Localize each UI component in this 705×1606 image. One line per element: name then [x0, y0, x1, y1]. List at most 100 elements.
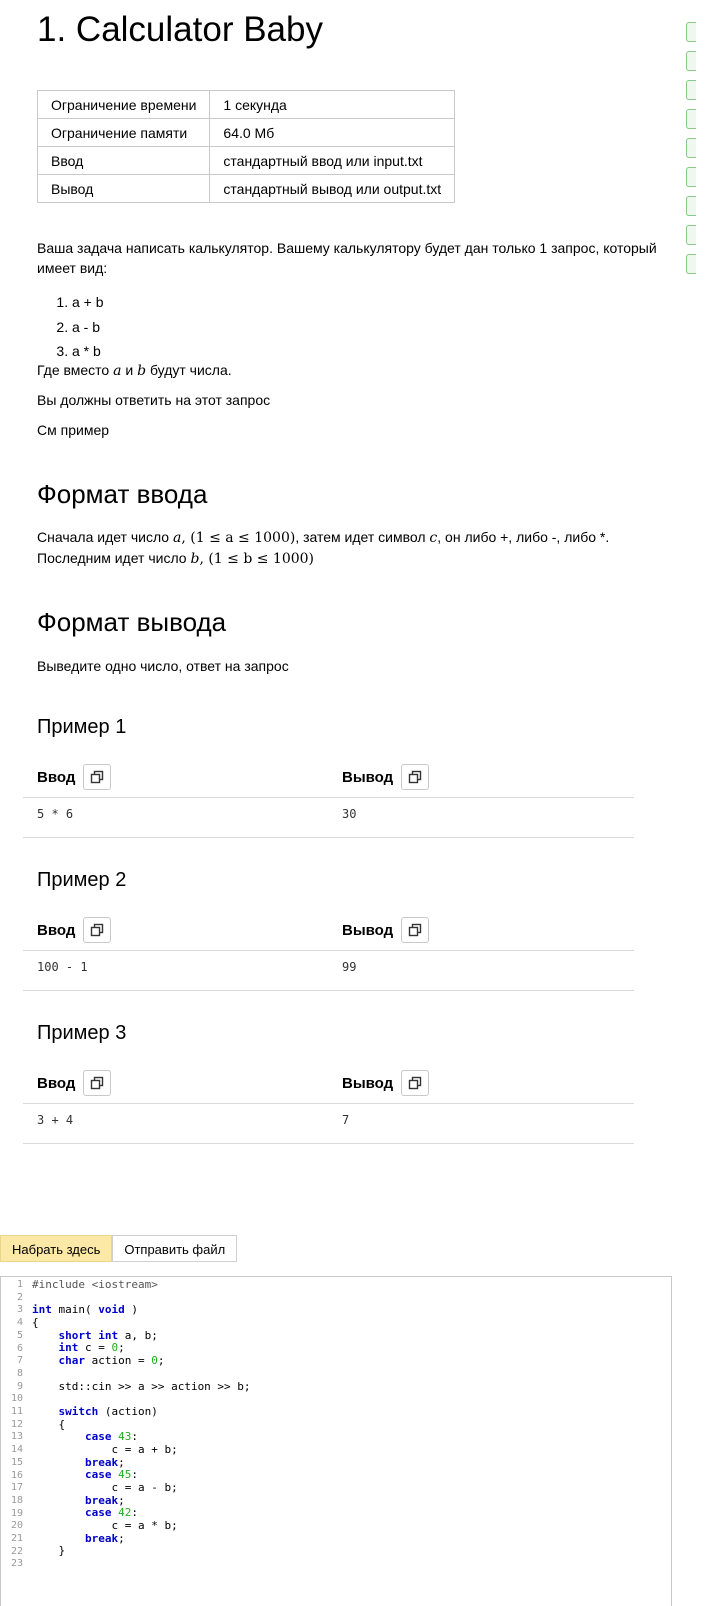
limit-value: 64.0 Мб: [209, 118, 456, 147]
limit-key: Ограничение времени: [36, 90, 211, 119]
side-marker[interactable]: [686, 80, 696, 100]
code-line: int main( void ): [32, 1303, 138, 1317]
example-heading: Пример 1: [37, 716, 127, 738]
copy-icon: [91, 923, 104, 937]
line-number: 4: [16, 1317, 23, 1329]
code-line: c = a - b;: [32, 1481, 178, 1494]
input-format-p4: Последним идет число: [37, 550, 191, 566]
side-marker[interactable]: [686, 225, 696, 245]
table-row: Ограничение памяти 64.0 Мб: [36, 118, 456, 147]
side-marker[interactable]: [686, 109, 696, 129]
code-line: switch (action): [58, 1404, 158, 1418]
example-output-header: Вывод: [342, 764, 430, 790]
tab-type-here[interactable]: Набрать здесь: [0, 1235, 113, 1262]
code-line: char action = 0;: [58, 1354, 165, 1368]
example-input-label: Ввод: [37, 921, 76, 939]
side-marker[interactable]: [686, 167, 696, 187]
example-heading: Пример 2: [37, 869, 127, 891]
input-format-text: Сначала идет число a, (1 ≤ a ≤ 1000), за…: [37, 527, 667, 569]
problem-title: 1. Calculator Baby: [37, 10, 323, 49]
line-number: 11: [10, 1406, 23, 1418]
divider: [23, 837, 634, 838]
copy-output-button[interactable]: [401, 917, 430, 943]
example-output: 30: [342, 807, 357, 821]
line-number: 15: [10, 1456, 23, 1468]
line-number: 12: [10, 1418, 23, 1430]
side-marker[interactable]: [686, 196, 696, 216]
table-row: Ввод стандартный ввод или input.txt: [36, 146, 456, 175]
where-post: будут числа.: [146, 362, 232, 378]
code-line: c = a * b;: [32, 1519, 178, 1533]
copy-icon: [408, 1076, 422, 1090]
code-line: }: [32, 1544, 66, 1558]
divider: [23, 1143, 634, 1144]
limit-value: 1 секунда: [209, 90, 456, 119]
code-line: std::cin >> a >> action >> b;: [32, 1379, 251, 1393]
input-format-p1: Сначала идет число: [37, 529, 173, 545]
side-marker[interactable]: [686, 138, 696, 158]
code-editor[interactable]: 1 2 3 4 5 6 7 8 9 10 11 12 13 14 15 16 17 18 19 20 21 22 23 #i…: [0, 1276, 672, 1606]
divider: [23, 1103, 634, 1104]
tab-send-file[interactable]: Отправить файл: [112, 1235, 238, 1262]
example-input-header: Ввод: [37, 1070, 112, 1096]
limit-key: Ограничение памяти: [36, 118, 211, 147]
example-input-label: Ввод: [37, 768, 76, 786]
example-input: 5 * 6: [37, 807, 74, 821]
example-input: 3 + 4: [37, 1113, 74, 1127]
example-output-label: Вывод: [342, 768, 394, 786]
example-output-header: Вывод: [342, 1070, 430, 1096]
code-line: c = a + b;: [32, 1442, 178, 1456]
input-format-heading: Формат ввода: [37, 479, 208, 509]
line-number: 14: [10, 1444, 23, 1456]
limit-value: стандартный ввод или input.txt: [209, 146, 456, 175]
example-output-header: Вывод: [342, 917, 430, 943]
copy-icon: [408, 770, 422, 784]
line-number: 22: [10, 1545, 23, 1557]
example-output: 7: [342, 1113, 350, 1127]
line-number: 8: [16, 1367, 23, 1379]
where-pre: Где вместо: [37, 362, 114, 378]
copy-input-button[interactable]: [83, 764, 112, 790]
line-number: 17: [10, 1482, 23, 1494]
copy-output-button[interactable]: [401, 764, 430, 790]
code-text[interactable]: #include <iostream> int main( void ){ sho…: [32, 1278, 251, 1571]
example-input-header: Ввод: [37, 917, 112, 943]
operations-list: a + b a - b a * b: [37, 290, 104, 364]
line-number: 20: [10, 1520, 23, 1532]
submit-tabs: Набрать здесь Отправить файл: [0, 1235, 238, 1262]
table-row: Ограничение времени 1 секунда: [36, 90, 456, 119]
table-row: Вывод стандартный вывод или output.txt: [36, 174, 456, 203]
line-number: 7: [16, 1355, 23, 1367]
side-marker[interactable]: [686, 254, 696, 274]
limits-table: Ограничение времени 1 секунда Ограничени…: [36, 90, 456, 203]
copy-output-button[interactable]: [401, 1070, 430, 1096]
output-format-text: Выведите одно число, ответ на запрос: [37, 658, 289, 674]
list-item: a - b: [72, 315, 104, 340]
line-number: 19: [10, 1507, 23, 1519]
constraint-a: , (1 ≤ a ≤ 1000): [181, 530, 296, 546]
line-number: 21: [10, 1533, 23, 1545]
list-item: a + b: [72, 290, 104, 315]
copy-input-button[interactable]: [83, 917, 112, 943]
side-marker[interactable]: [686, 22, 696, 42]
answer-line: Вы должны ответить на этот запрос: [37, 392, 271, 408]
output-format-heading: Формат вывода: [37, 607, 227, 637]
line-number: 2: [16, 1291, 23, 1303]
where-line: Где вместо a и b будут числа.: [37, 360, 667, 381]
statement-intro: Ваша задача написать калькулятор. Вашему…: [37, 240, 657, 276]
example-input-header: Ввод: [37, 764, 112, 790]
line-number: 5: [16, 1329, 23, 1341]
line-number: 9: [16, 1380, 23, 1392]
example-output: 99: [342, 960, 357, 974]
limit-key: Вывод: [36, 174, 211, 203]
line-number: 10: [10, 1393, 23, 1405]
see-example: См пример: [37, 422, 110, 438]
copy-input-button[interactable]: [83, 1070, 112, 1096]
example-input-label: Ввод: [37, 1074, 76, 1092]
where-mid: и: [121, 362, 138, 378]
side-marker[interactable]: [686, 51, 696, 71]
code-line: #include <iostream>: [32, 1278, 158, 1291]
var-b: b: [137, 363, 147, 379]
